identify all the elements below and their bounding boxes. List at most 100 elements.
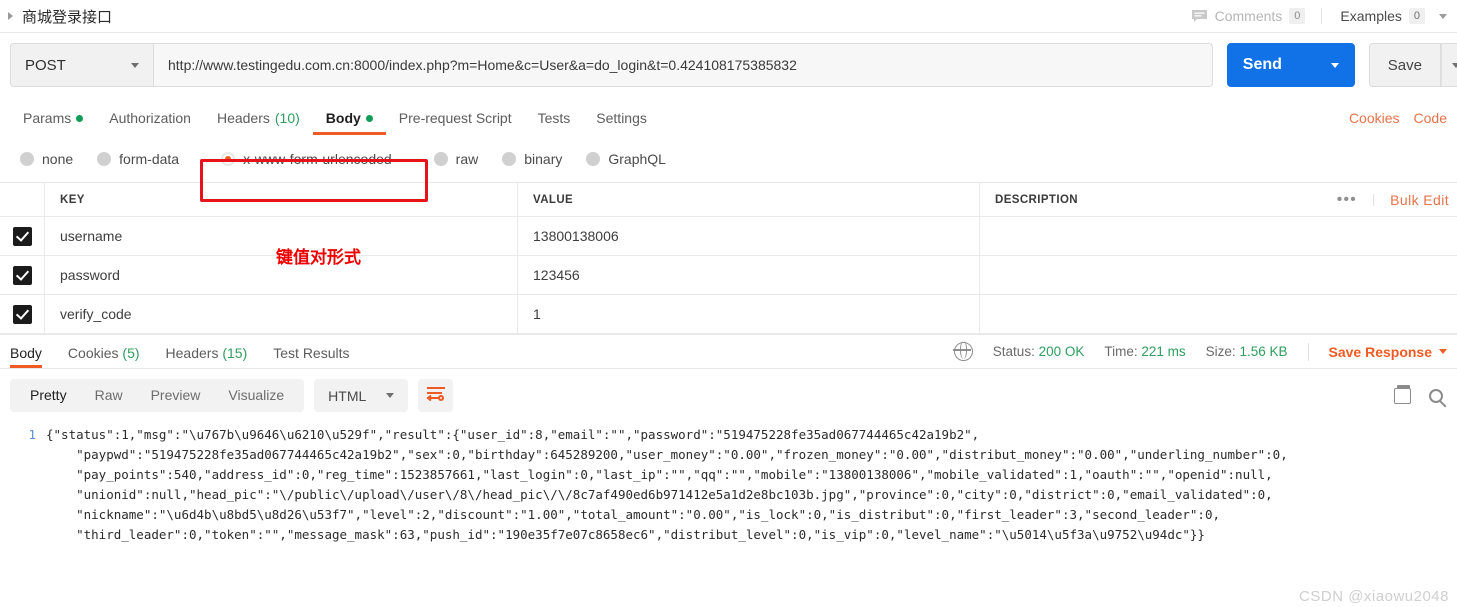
column-header-value: VALUE — [518, 183, 980, 216]
column-header-description: DESCRIPTION ••• Bulk Edit — [980, 183, 1457, 216]
examples-button[interactable]: Examples 0 — [1322, 8, 1447, 24]
radio-label: x-www-form-urlencoded — [243, 151, 392, 167]
response-tab-test-results[interactable]: Test Results — [273, 345, 361, 368]
tab-authorization[interactable]: Authorization — [96, 110, 204, 135]
chevron-down-icon[interactable] — [1439, 349, 1447, 354]
examples-count: 0 — [1408, 8, 1425, 24]
size-label: Size: — [1205, 344, 1236, 359]
table-row[interactable]: verify_code 1 — [0, 295, 1457, 334]
tab-headers[interactable]: Headers (10) — [204, 110, 313, 135]
http-method-select[interactable]: POST — [10, 43, 153, 87]
divider — [1307, 342, 1309, 361]
chevron-down-icon[interactable] — [1439, 13, 1447, 19]
bulk-edit-button[interactable]: Bulk Edit — [1374, 192, 1449, 208]
response-format-value: HTML — [328, 387, 367, 404]
radio-selected-icon — [221, 152, 236, 166]
tab-params[interactable]: Params — [10, 110, 96, 135]
tab-label: Test Results — [273, 345, 350, 361]
row-checkbox[interactable] — [12, 226, 32, 246]
page-title: 商城登录接口 — [22, 8, 113, 26]
tab-label: Settings — [596, 110, 647, 126]
comments-button[interactable]: Comments 0 — [1191, 8, 1323, 24]
status-badge: Status: 200 OK — [993, 344, 1085, 359]
tab-label: Authorization — [109, 110, 191, 126]
body-type-graphql[interactable]: GraphQL — [576, 147, 680, 171]
cookies-link[interactable]: Cookies — [1349, 110, 1400, 126]
size-value: 1.56 KB — [1239, 344, 1288, 359]
search-icon[interactable] — [1429, 388, 1443, 403]
tab-settings[interactable]: Settings — [583, 110, 660, 135]
response-meta: Status: 200 OK Time: 221 ms Size: 1.56 K… — [953, 341, 1447, 368]
globe-icon — [953, 341, 973, 361]
table-row[interactable]: password 123456 — [0, 256, 1457, 295]
row-description[interactable] — [980, 295, 1457, 333]
time-value: 221 ms — [1141, 344, 1186, 359]
response-tab-headers[interactable]: Headers (15) — [166, 345, 260, 368]
row-value[interactable]: 1 — [518, 295, 980, 333]
tab-tests[interactable]: Tests — [525, 110, 584, 135]
view-mode-raw[interactable]: Raw — [81, 379, 137, 412]
body-type-x-www-form-urlencoded[interactable]: x-www-form-urlencoded — [207, 147, 410, 171]
table-row[interactable]: username 13800138006 — [0, 217, 1457, 256]
url-bar: POST http://www.testingedu.com.cn:8000/i… — [0, 33, 1457, 99]
wrap-lines-button[interactable] — [418, 379, 454, 412]
chevron-down-icon — [386, 393, 395, 398]
save-options-button[interactable] — [1441, 43, 1457, 87]
row-checkbox-cell[interactable] — [0, 295, 45, 333]
chevron-down-icon[interactable] — [131, 62, 139, 68]
row-description[interactable] — [980, 217, 1457, 255]
tab-pre-request-script[interactable]: Pre-request Script — [386, 110, 525, 135]
tab-label: Cookies — [67, 345, 119, 361]
response-view-mode-group: Pretty Raw Preview Visualize — [10, 379, 305, 412]
tab-label: Headers — [216, 110, 270, 126]
view-mode-pretty[interactable]: Pretty — [16, 379, 81, 412]
row-checkbox[interactable] — [12, 265, 32, 285]
body-type-binary[interactable]: binary — [492, 147, 576, 171]
body-type-raw[interactable]: raw — [424, 147, 493, 171]
modified-dot-icon — [365, 114, 373, 122]
url-input[interactable]: http://www.testingedu.com.cn:8000/index.… — [153, 43, 1213, 87]
response-body-text[interactable]: {"status":1,"msg":"\u767b\u9646\u6210\u5… — [46, 425, 1288, 545]
row-checkbox[interactable] — [12, 304, 32, 324]
body-type-none[interactable]: none — [10, 147, 87, 171]
request-tabs: Params Authorization Headers (10) Body P… — [0, 99, 1457, 135]
copy-icon[interactable] — [1394, 384, 1411, 404]
response-viewer-toolbar: Pretty Raw Preview Visualize HTML — [0, 368, 1457, 421]
save-button[interactable]: Save — [1368, 43, 1441, 87]
response-tab-cookies[interactable]: Cookies (5) — [68, 345, 152, 368]
row-checkbox-cell[interactable] — [0, 217, 45, 255]
body-kv-table: KEY VALUE DESCRIPTION ••• Bulk Edit user… — [0, 182, 1457, 334]
request-tabs-right-actions: Cookies Code — [1349, 110, 1447, 135]
save-response-button[interactable]: Save Response — [1329, 344, 1447, 360]
response-body-viewer[interactable]: 1 {"status":1,"msg":"\u767b\u9646\u6210\… — [0, 421, 1457, 545]
radio-icon — [502, 152, 517, 166]
response-tab-body[interactable]: Body — [10, 345, 54, 368]
row-key[interactable]: verify_code — [45, 295, 518, 333]
collapse-triangle-icon[interactable] — [8, 12, 13, 20]
tab-label: Headers — [165, 345, 219, 361]
comments-label: Comments — [1214, 8, 1283, 24]
view-mode-visualize[interactable]: Visualize — [214, 379, 298, 412]
chevron-down-icon[interactable] — [1330, 62, 1339, 68]
tab-label: Params — [23, 110, 72, 126]
tab-body[interactable]: Body — [312, 110, 386, 135]
table-header-row: KEY VALUE DESCRIPTION ••• Bulk Edit — [0, 183, 1457, 217]
row-value[interactable]: 13800138006 — [518, 217, 980, 255]
radio-label: none — [42, 151, 74, 167]
row-value[interactable]: 123456 — [518, 256, 980, 294]
body-type-form-data[interactable]: form-data — [87, 147, 193, 171]
row-checkbox-cell[interactable] — [0, 256, 45, 294]
view-mode-preview[interactable]: Preview — [137, 379, 215, 412]
modified-dot-icon — [76, 114, 84, 122]
time-label: Time: — [1104, 344, 1138, 359]
time-readout: Time: 221 ms — [1104, 344, 1185, 359]
more-options-icon[interactable]: ••• — [1321, 192, 1375, 207]
radio-label: binary — [524, 151, 563, 167]
comments-count: 0 — [1289, 8, 1306, 24]
examples-label: Examples — [1340, 8, 1402, 24]
row-description[interactable] — [980, 256, 1457, 294]
response-format-select[interactable]: HTML — [314, 379, 409, 412]
watermark: CSDN @xiaowu2048 — [1299, 588, 1449, 605]
send-button[interactable]: Send — [1226, 43, 1355, 87]
code-link[interactable]: Code — [1414, 110, 1447, 126]
